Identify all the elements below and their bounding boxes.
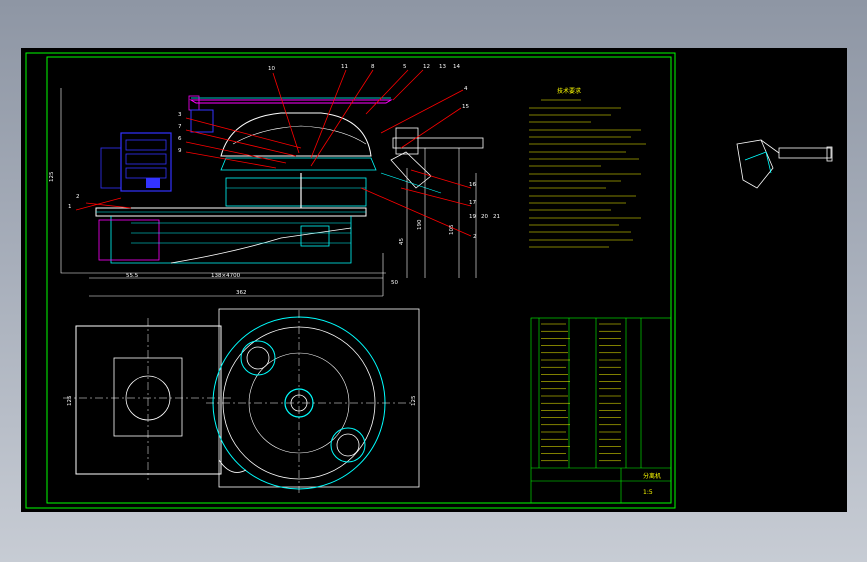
dim-height-b: 105 (449, 224, 455, 235)
dim-height-left: 125 (49, 171, 55, 182)
callout-left-3: 3 (178, 112, 182, 118)
dim-height-a: 190 (417, 219, 423, 230)
top-cover (189, 99, 393, 104)
plan-view (63, 308, 420, 493)
callout-left-2: 2 (76, 194, 80, 200)
callout-top-11: 11 (341, 64, 348, 70)
cad-model-space[interactable]: 10 11 8 5 12 13 14 4 15 3 7 6 9 1 2 16 1… (21, 48, 847, 512)
notes-title: 技术要求 (557, 87, 581, 95)
callout-right-2: 2 (473, 234, 477, 240)
callout-top-4: 4 (464, 86, 468, 92)
callout-left-1: 1 (68, 204, 72, 210)
callout-right-21: 21 (493, 214, 500, 220)
callout-right-20: 20 (481, 214, 488, 220)
separator-drum (220, 112, 372, 157)
dim-height-c: 45 (399, 238, 405, 245)
callout-top-5: 5 (403, 64, 407, 70)
drawing-title: 分离机 (643, 472, 661, 480)
dim-plan-left: 125 (67, 395, 73, 406)
drawing-scale: 1:5 (643, 489, 653, 496)
callout-left-6: 6 (178, 136, 182, 142)
plan-left-plate (75, 325, 222, 475)
detail-view (736, 139, 833, 189)
drawing-sheet: 10 11 8 5 12 13 14 4 15 3 7 6 9 1 2 16 1… (25, 52, 833, 509)
elevation-view (60, 69, 484, 297)
callout-right-19: 19 (469, 214, 476, 220)
callout-left-9: 9 (178, 148, 182, 154)
outlet-pipe (392, 137, 484, 149)
callout-top-10: 10 (268, 66, 275, 72)
callout-top-12: 12 (423, 64, 430, 70)
technical-notes (529, 99, 646, 248)
callout-top-8: 8 (371, 64, 375, 70)
parts-list-rows (541, 323, 621, 462)
callout-right-17: 17 (469, 200, 476, 206)
dim-width-total: 362 (236, 290, 247, 296)
dim-side: 50 (391, 280, 398, 286)
callout-left-7: 7 (178, 124, 182, 130)
sheet-outer-border (25, 52, 676, 509)
dim-width-base: 138×4700 (211, 273, 241, 279)
hidden-support (98, 219, 160, 261)
callout-top-13: 13 (439, 64, 446, 70)
motor (100, 132, 172, 192)
callout-top-14: 14 (453, 64, 460, 70)
callout-top-15: 15 (462, 104, 469, 110)
dim-plan-right: 125 (411, 395, 417, 406)
dim-offset: 55.5 (126, 273, 139, 279)
callout-right-16: 16 (469, 182, 476, 188)
